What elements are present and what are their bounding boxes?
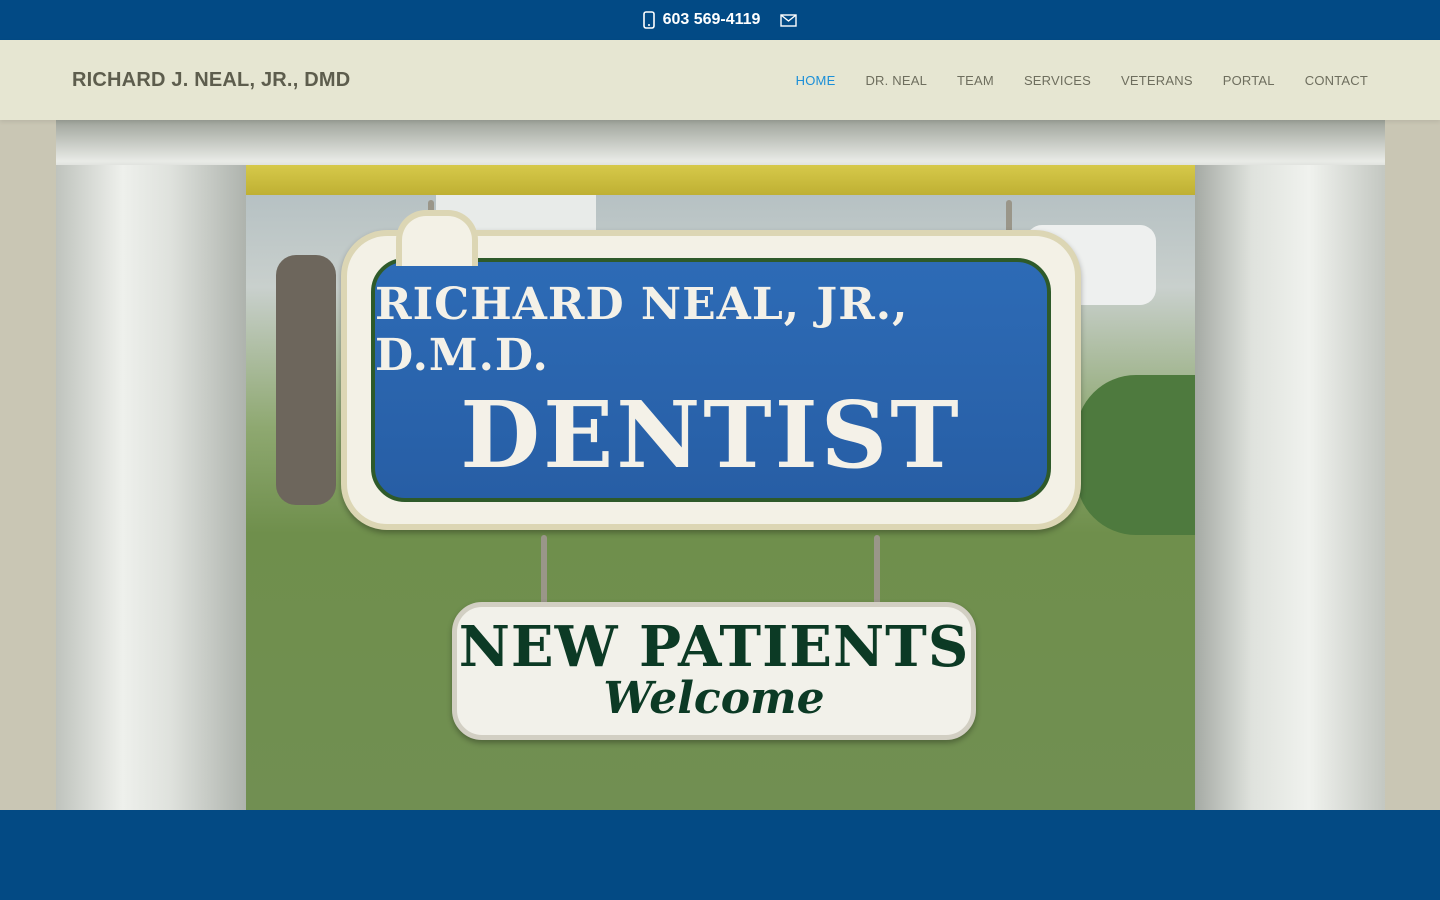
photo-tree [276,255,336,505]
nav-dr-neal[interactable]: DR. NEAL [865,73,927,88]
sign-name-text: RICHARD NEAL, JR., D.M.D. [375,279,909,381]
dentist-sign: RICHARD NEAL, JR., D.M.D. DENTIST [341,230,1081,530]
new-patients-text: NEW PATIENTS [458,613,970,680]
email-link[interactable] [780,13,798,27]
envelope-icon [780,13,798,27]
new-patients-sign: NEW PATIENTS Welcome [452,602,976,740]
nav-contact[interactable]: CONTACT [1305,73,1368,88]
site-logo[interactable]: RICHARD J. NEAL, JR., DMD [72,40,350,120]
hero-section: RICHARD NEAL, JR., D.M.D. DENTIST NEW PA… [0,120,1440,810]
mobile-phone-icon [642,11,655,29]
nav-portal[interactable]: PORTAL [1223,73,1275,88]
sign-chain [874,535,880,605]
hero-sign-photo: RICHARD NEAL, JR., D.M.D. DENTIST NEW PA… [56,120,1385,810]
photo-beam [201,165,1241,195]
sign-dentist-text: DENTIST [460,381,962,489]
main-nav: HOME DR. NEAL TEAM SERVICES VETERANS POR… [796,40,1368,120]
phone-number: 603 569-4119 [662,11,761,28]
nav-services[interactable]: SERVICES [1024,73,1091,88]
nav-team[interactable]: TEAM [957,73,994,88]
welcome-text: Welcome [603,672,825,724]
sign-chain [541,535,547,605]
sign-notch [396,210,478,266]
nav-home[interactable]: HOME [796,73,836,88]
nav-veterans[interactable]: VETERANS [1121,73,1193,88]
photo-post-right [1195,165,1385,810]
top-contact-bar: 603 569-4119 [0,0,1440,40]
phone-link[interactable]: 603 569-4119 [642,11,761,29]
photo-post-left [56,165,246,810]
photo-bush [1076,375,1196,535]
site-header: RICHARD J. NEAL, JR., DMD HOME DR. NEAL … [0,40,1440,120]
blue-section-band [0,810,1440,900]
